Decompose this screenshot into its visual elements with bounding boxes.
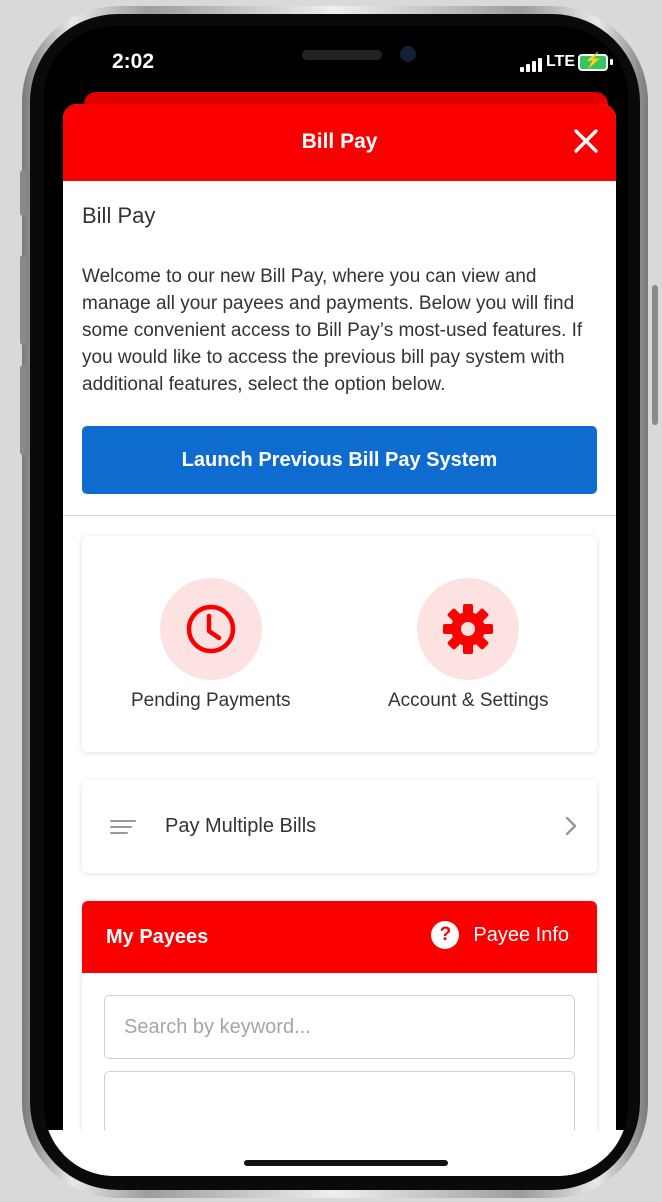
my-payees-panel: My Payees ? Payee Info (82, 901, 597, 1141)
intro-text: Welcome to our new Bill Pay, where you c… (82, 266, 583, 395)
speaker-grille (302, 50, 382, 60)
pending-payments-action[interactable]: Pending Payments (82, 536, 340, 752)
help-icon: ? (431, 921, 460, 949)
clock-icon (186, 604, 235, 654)
launch-previous-bill-pay-button[interactable]: Launch Previous Bill Pay System (82, 426, 597, 494)
intro-title: Bill Pay (82, 203, 156, 228)
close-icon (574, 129, 598, 153)
phone-screen: 2:02 LTE ⚡ Bill Pay Bill Pay Welcome to … (44, 26, 628, 1176)
account-settings-icon-bg (417, 578, 520, 680)
modal-title: Bill Pay (301, 130, 378, 153)
home-indicator[interactable] (244, 1160, 448, 1166)
status-bar: 2:02 LTE ⚡ (44, 26, 628, 96)
bill-pay-modal: Bill Pay Bill Pay Welcome to our new Bil… (63, 104, 616, 1176)
payee-search-input[interactable] (122, 1014, 574, 1040)
chevron-right-icon (565, 816, 577, 836)
pending-payments-icon-bg (159, 578, 262, 680)
payee-search-box[interactable] (104, 995, 575, 1059)
status-time: 2:02 (112, 50, 155, 73)
network-label: LTE (545, 53, 575, 70)
account-settings-label: Account & Settings (387, 690, 549, 711)
lines-icon (110, 816, 136, 838)
battery-tip (610, 59, 613, 65)
divider (63, 515, 616, 516)
charging-icon: ⚡ (584, 52, 603, 69)
close-button[interactable] (568, 123, 604, 159)
phone-side-button (20, 170, 26, 216)
pay-multiple-bills-label: Pay Multiple Bills (165, 815, 317, 837)
bottom-safe-area (44, 1130, 628, 1176)
my-payees-title: My Payees (106, 926, 209, 948)
payee-info-label: Payee Info (473, 923, 569, 946)
intro-section: Bill Pay Welcome to our new Bill Pay, wh… (63, 203, 616, 398)
front-camera (400, 46, 416, 62)
quick-actions-card: Pending Payments Account & Settings (82, 536, 597, 752)
phone-volume-down (20, 365, 26, 455)
pay-multiple-bills-row[interactable]: Pay Multiple Bills (82, 780, 597, 873)
modal-header: Bill Pay (63, 104, 616, 181)
phone-power-button (652, 285, 658, 425)
signal-icon (520, 58, 542, 72)
payee-filter-field[interactable] (104, 1071, 575, 1137)
phone-volume-up (20, 255, 26, 345)
pending-payments-label: Pending Payments (131, 690, 291, 711)
account-settings-action[interactable]: Account & Settings (340, 536, 598, 752)
gear-icon (443, 604, 494, 654)
my-payees-header: My Payees ? Payee Info (82, 901, 597, 973)
payee-info-button[interactable]: ? Payee Info (431, 921, 569, 949)
